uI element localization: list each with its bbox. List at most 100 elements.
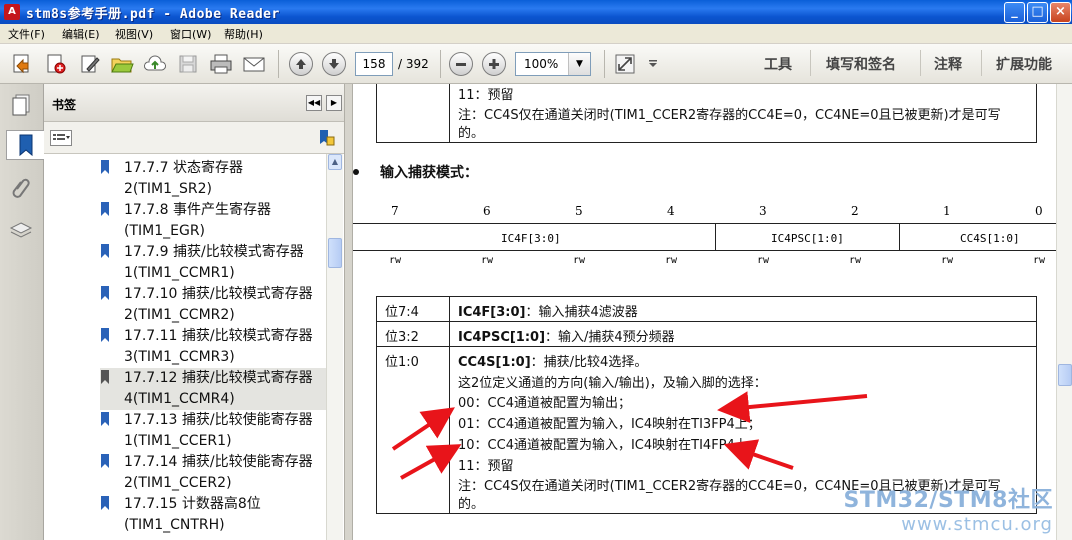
print-icon[interactable]	[209, 52, 233, 76]
create-pdf-icon[interactable]	[44, 52, 68, 76]
page-total: / 392	[398, 57, 429, 71]
bookmark-label: 17.7.11 捕获/比较模式寄存器 3(TIM1_CCMR3)	[124, 326, 313, 368]
bookmark-icon[interactable]	[6, 130, 44, 160]
menu-view[interactable]: 视图(V)	[115, 26, 153, 42]
folder-open-icon[interactable]	[110, 52, 134, 76]
bookmark-label: 17.7.7 状态寄存器 2(TIM1_SR2)	[124, 158, 243, 200]
bookmark-register: 2(TIM1_CCMR2)	[124, 307, 235, 323]
page-number-input[interactable]: 158	[355, 52, 393, 76]
next-page-button[interactable]	[322, 52, 346, 76]
save-icon[interactable]	[176, 52, 200, 76]
bookmark-title: 17.7.9 捕获/比较模式寄存器	[124, 244, 304, 260]
layers-icon[interactable]	[6, 216, 36, 246]
bookmark-title: 17.7.7 状态寄存器	[124, 160, 243, 176]
attachment-icon[interactable]	[6, 174, 36, 204]
close-button[interactable]: ×	[1050, 2, 1071, 23]
bookmark-item[interactable]: 17.7.15 计数器高8位 (TIM1_CNTRH)	[100, 494, 328, 536]
bookmark-register: 2(TIM1_SR2)	[124, 181, 213, 197]
bookmarks-title: 书签	[52, 98, 77, 112]
arrow-to-ti4fp4	[723, 439, 794, 470]
toolbar-more-icon[interactable]	[645, 52, 661, 76]
bookmark-icon	[101, 244, 109, 258]
navigation-rail	[0, 84, 44, 540]
menu-edit[interactable]: 编辑(E)	[62, 26, 100, 42]
menu-help[interactable]: 帮助(H)	[224, 26, 263, 42]
watermark-line2: www.stmcu.org	[901, 514, 1053, 535]
tools-link[interactable]: 工具	[764, 54, 792, 74]
find-bookmark-icon[interactable]	[316, 128, 336, 148]
cloud-upload-icon[interactable]	[143, 52, 167, 76]
fill-sign-link[interactable]: 填写和签名	[826, 54, 896, 74]
bookmark-icon	[101, 202, 109, 216]
toolbar-divider	[810, 50, 811, 76]
comment-link[interactable]: 注释	[934, 54, 962, 74]
title-bar: A stm8s参考手册.pdf - Adobe Reader _ □ ×	[0, 0, 1072, 24]
previous-page-button[interactable]	[289, 52, 313, 76]
extend-link[interactable]: 扩展功能	[996, 54, 1052, 74]
document-scroll-thumb[interactable]	[1058, 364, 1072, 386]
bookmarks-scrollbar[interactable]: ▲	[326, 154, 343, 540]
bookmarks-list: 17.7.7 状态寄存器 2(TIM1_SR2) 17.7.8 事件产生寄存器 (TI…	[44, 154, 330, 540]
zoom-out-button[interactable]	[449, 52, 473, 76]
bookmark-icon	[101, 160, 109, 174]
bookmark-item[interactable]: 17.7.9 捕获/比较模式寄存器 1(TIM1_CCMR1)	[100, 242, 328, 284]
minus-icon	[456, 63, 466, 66]
bookmark-item[interactable]: 17.7.14 捕获/比较使能寄存器 2(TIM1_CCER2)	[100, 452, 328, 494]
document-view: 11：预留 注：CC4S仅在通道关闭时(TIM1_CCER2寄存器的CC4E=0…	[353, 84, 1056, 540]
bookmark-item[interactable]: 17.7.13 捕获/比较使能寄存器 1(TIM1_CCER1)	[100, 410, 328, 452]
watermark: STM32/STM8社区 www.stmcu.org	[833, 482, 1053, 535]
bookmark-item[interactable]: 17.7.8 事件产生寄存器 (TIM1_EGR)	[100, 200, 328, 242]
bookmark-icon	[101, 328, 109, 342]
bookmark-item[interactable]: 17.7.12 捕获/比较模式寄存器 4(TIM1_CCMR4)	[100, 368, 328, 410]
bookmark-title: 17.7.13 捕获/比较使能寄存器	[124, 412, 313, 428]
bookmark-label: 17.7.10 捕获/比较模式寄存器 2(TIM1_CCMR2)	[124, 284, 313, 326]
menu-window[interactable]: 窗口(W)	[170, 26, 211, 42]
page-thumbnails-icon[interactable]	[6, 90, 36, 120]
toolbar-divider	[920, 50, 921, 76]
chevron-down-icon[interactable]: ▼	[568, 53, 590, 75]
arrow-to-10	[400, 444, 462, 480]
menu-file[interactable]: 文件(F)	[8, 26, 45, 42]
watermark-line1: STM32/STM8社区	[843, 488, 1053, 513]
bookmarks-scroll-thumb[interactable]	[328, 238, 342, 268]
bookmark-register: 1(TIM1_CCMR1)	[124, 265, 235, 281]
bookmark-icon	[101, 370, 109, 384]
toolbar-divider	[604, 50, 605, 78]
bookmark-title: 17.7.10 捕获/比较模式寄存器	[124, 286, 313, 302]
fullscreen-icon[interactable]	[613, 52, 637, 76]
bookmarks-header: 书签 ◀◀ ▶	[44, 84, 344, 122]
minimize-button[interactable]: _	[1004, 2, 1025, 23]
bookmark-icon	[101, 412, 109, 426]
toolbar-divider	[981, 50, 982, 76]
bookmark-item[interactable]: 17.7.10 捕获/比较模式寄存器 2(TIM1_CCMR2)	[100, 284, 328, 326]
maximize-button[interactable]: □	[1027, 2, 1048, 23]
bookmark-register: 2(TIM1_CCER2)	[124, 475, 232, 491]
expand-panel-icon[interactable]: ▶	[326, 95, 342, 111]
toolbar-divider	[278, 50, 279, 78]
pdf-icon[interactable]: A	[4, 4, 20, 20]
bookmark-label: 17.7.8 事件产生寄存器 (TIM1_EGR)	[124, 200, 271, 242]
bookmark-icon	[101, 286, 109, 300]
zoom-in-button[interactable]	[482, 52, 506, 76]
bookmark-label: 17.7.12 捕获/比较模式寄存器 4(TIM1_CCMR4)	[124, 368, 313, 410]
bookmark-register: 3(TIM1_CCMR3)	[124, 349, 235, 365]
plus-icon	[489, 59, 499, 69]
edit-icon[interactable]	[78, 52, 102, 76]
bookmark-register: (TIM1_CNTRH)	[124, 517, 225, 533]
options-menu-icon[interactable]	[50, 130, 72, 146]
bookmarks-toolbar	[44, 122, 344, 154]
open-icon[interactable]	[10, 52, 34, 76]
collapse-panel-icon[interactable]: ◀◀	[306, 95, 322, 111]
bookmark-item[interactable]: 17.7.11 捕获/比较模式寄存器 3(TIM1_CCMR3)	[100, 326, 328, 368]
annotation-arrows	[391, 391, 868, 480]
bookmark-label: 17.7.14 捕获/比较使能寄存器 2(TIM1_CCER2)	[124, 452, 313, 494]
scroll-up-icon[interactable]: ▲	[328, 154, 342, 170]
panel-splitter[interactable]	[344, 84, 353, 540]
bookmark-item[interactable]: 17.7.7 状态寄存器 2(TIM1_SR2)	[100, 158, 328, 200]
zoom-select[interactable]: 100% ▼	[515, 52, 591, 76]
document-scrollbar[interactable]	[1056, 84, 1072, 540]
adobe-reader-window: A stm8s参考手册.pdf - Adobe Reader _ □ × 文件(…	[0, 0, 1072, 540]
menu-bar: 文件(F) 编辑(E) 视图(V) 窗口(W) 帮助(H)	[0, 24, 1072, 44]
email-icon[interactable]	[242, 52, 266, 76]
bookmark-title: 17.7.11 捕获/比较模式寄存器	[124, 328, 313, 344]
